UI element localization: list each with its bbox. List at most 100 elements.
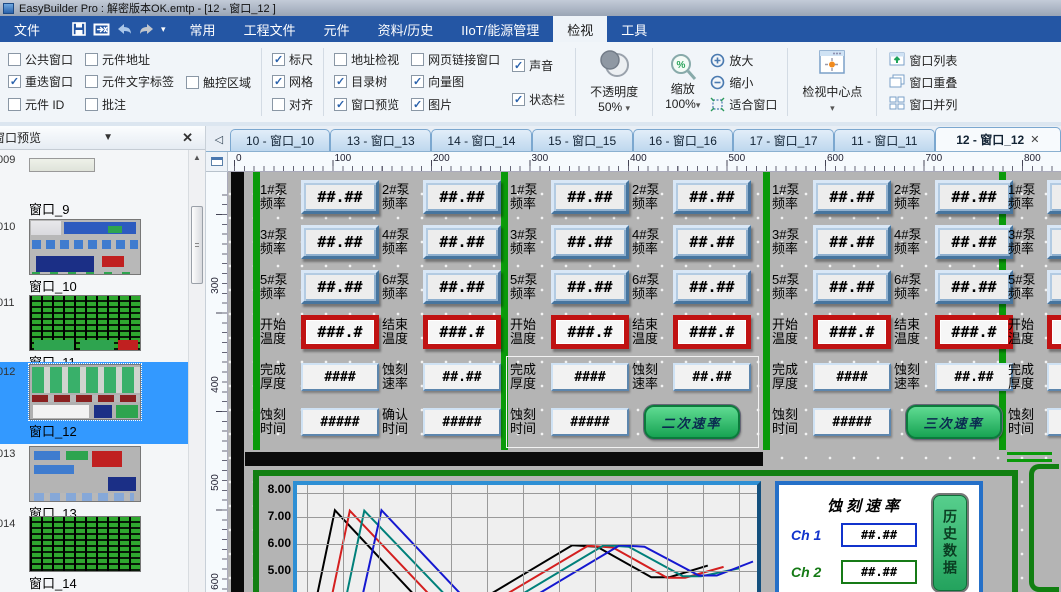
hmi-field-label[interactable]: 完成 厚度 [260, 358, 298, 396]
ribbon-toggle[interactable]: ✓窗口预览 [334, 96, 399, 113]
hmi-numeric-display[interactable]: #### [551, 363, 629, 391]
ribbon-toggle[interactable]: ✓声音 [512, 57, 565, 74]
checkbox-icon[interactable] [411, 53, 424, 66]
checkbox-checked-icon[interactable]: ✓ [334, 75, 347, 88]
hmi-numeric-display[interactable]: ###.# [673, 315, 751, 349]
hmi-numeric-display[interactable]: ##.## [423, 363, 501, 391]
trend-chart-panel[interactable]: 8.007.006.005.004.00 蚀刻速率 历史数据 清 Ch 1##.… [253, 470, 1018, 592]
checkbox-checked-icon[interactable]: ✓ [512, 59, 525, 72]
checkbox-checked-icon[interactable]: ✓ [334, 98, 347, 111]
hmi-field-label[interactable]: 1#泵 频率 [510, 178, 548, 216]
hmi-numeric-display[interactable]: ##.## [673, 180, 751, 214]
menu-tab-6[interactable]: 检视 [553, 16, 607, 42]
hmi-numeric-display[interactable]: ##.## [935, 225, 1013, 259]
menu-tab-7[interactable]: 工具 [607, 16, 661, 42]
menu-tab-3[interactable]: 元件 [310, 16, 364, 42]
hmi-field-label[interactable]: 5#泵 频率 [1008, 268, 1044, 306]
hmi-field-label[interactable]: 4#泵 频率 [382, 223, 420, 261]
zoom-out-button[interactable]: 缩小 [710, 74, 777, 91]
hmi-group-separator[interactable] [763, 172, 770, 450]
hmi-numeric-display[interactable]: ##.## [423, 270, 501, 304]
hmi-field-label[interactable]: 蚀刻 速率 [894, 358, 932, 396]
hmi-field-label[interactable]: 完成 厚度 [1008, 358, 1044, 396]
checkbox-icon[interactable] [85, 98, 98, 111]
hmi-numeric-display[interactable]: ##.## [423, 180, 501, 214]
hmi-field-label[interactable]: 确认 时间 [382, 403, 420, 441]
hmi-field-label[interactable]: 3#泵 频率 [772, 223, 810, 261]
hmi-numeric-display[interactable]: ###.# [423, 315, 501, 349]
window-thumbnail[interactable] [29, 446, 141, 502]
hmi-numeric-display[interactable]: ##.## [813, 225, 891, 259]
hmi-numeric-display[interactable]: ##.## [673, 270, 751, 304]
hmi-numeric-display[interactable]: ##.## [673, 225, 751, 259]
hmi-numeric-display[interactable]: ##### [813, 408, 891, 436]
window-thumbnail[interactable] [29, 219, 141, 275]
hmi-green-line[interactable] [1007, 452, 1052, 455]
hmi-canvas[interactable]: 8.007.006.005.004.00 蚀刻速率 历史数据 清 Ch 1##.… [228, 172, 1061, 592]
hmi-numeric-display[interactable]: ##.## [935, 270, 1013, 304]
window-preview-item[interactable]: 009窗口_9 [0, 150, 188, 217]
hmi-numeric-display[interactable]: ##.## [1047, 225, 1061, 259]
hmi-field-label[interactable]: 4#泵 频率 [632, 223, 670, 261]
document-tab-8[interactable]: 12 - 窗口_12✕ [935, 127, 1061, 151]
toolbar-more-icon[interactable]: ▾ [161, 24, 166, 35]
window-thumbnail[interactable] [29, 158, 95, 172]
hmi-numeric-display[interactable]: ##### [423, 408, 501, 436]
opacity-control[interactable]: 不透明度50% ▾ [580, 46, 648, 118]
checkbox-icon[interactable] [272, 98, 285, 111]
window-thumbnail[interactable] [29, 364, 141, 420]
hmi-field-label[interactable]: 结束 温度 [632, 313, 670, 351]
checkbox-checked-icon[interactable]: ✓ [272, 53, 285, 66]
menu-tab-1[interactable]: 常用 [176, 16, 230, 42]
ribbon-toggle[interactable]: 地址检视 [334, 51, 399, 68]
window-tile-button[interactable]: 窗口并列 [889, 96, 957, 113]
hmi-field-label[interactable]: 开始 温度 [510, 313, 548, 351]
hmi-numeric-display[interactable]: ###.# [301, 315, 379, 349]
hmi-numeric-display[interactable]: ##### [301, 408, 379, 436]
hmi-field-label[interactable]: 3#泵 频率 [1008, 223, 1044, 261]
ribbon-toggle[interactable]: ✓图片 [411, 96, 500, 113]
hmi-green-line[interactable] [1007, 459, 1052, 462]
hmi-numeric-display[interactable]: ##.## [301, 225, 379, 259]
hmi-black-strip[interactable] [231, 172, 244, 592]
document-tab-3[interactable]: 14 - 窗口_14 [431, 129, 532, 151]
fit-window-button[interactable]: 适合窗口 [710, 96, 777, 113]
window-thumbnail[interactable] [29, 516, 141, 572]
document-tab-1[interactable]: 10 - 窗口_10 [230, 129, 331, 151]
hmi-field-label[interactable]: 开始 温度 [1008, 313, 1044, 351]
menu-tab-4[interactable]: 资料/历史 [364, 16, 448, 42]
hmi-field-label[interactable]: 蚀刻 速率 [632, 358, 670, 396]
redo-icon[interactable] [139, 23, 154, 35]
hmi-numeric-display[interactable]: ###.# [813, 315, 891, 349]
ribbon-toggle[interactable]: ✓标尺 [272, 51, 313, 68]
hmi-field-label[interactable]: 开始 温度 [772, 313, 810, 351]
zoom-in-button[interactable]: 放大 [710, 52, 777, 69]
ribbon-toggle[interactable]: 批注 [85, 96, 174, 113]
hmi-field-label[interactable]: 5#泵 频率 [510, 268, 548, 306]
hmi-numeric-display[interactable]: ##.## [935, 363, 1013, 391]
hmi-field-label[interactable]: 蚀刻 时间 [510, 403, 548, 441]
window-thumbnail[interactable] [29, 295, 141, 351]
ribbon-toggle[interactable]: 元件文字标签 [85, 73, 174, 90]
window-list-button[interactable]: 窗口列表 [889, 52, 957, 69]
menu-tab-2[interactable]: 工程文件 [230, 16, 310, 42]
window-cascade-button[interactable]: 窗口重叠 [889, 74, 957, 91]
zoom-control[interactable]: % 缩放100%▾ [663, 49, 702, 115]
document-tab-5[interactable]: 16 - 窗口_16 [633, 129, 734, 151]
scrollbar-thumb[interactable] [191, 206, 203, 284]
hmi-numeric-display[interactable]: ##.## [673, 363, 751, 391]
ribbon-toggle[interactable]: ✓状态栏 [512, 91, 565, 108]
hmi-field-label[interactable]: 结束 温度 [894, 313, 932, 351]
hmi-field-label[interactable]: 6#泵 频率 [632, 268, 670, 306]
hmi-numeric-display[interactable]: ##.## [1047, 180, 1061, 214]
hmi-field-label[interactable]: 2#泵 频率 [894, 178, 932, 216]
ribbon-toggle[interactable]: 网页链接窗口 [411, 51, 500, 68]
view-center-control[interactable]: 检视中心点▾ [792, 46, 872, 118]
ribbon-toggle[interactable]: 公共窗口 [8, 51, 73, 68]
undo-icon[interactable] [117, 23, 132, 35]
hmi-field-label[interactable]: 6#泵 频率 [382, 268, 420, 306]
hmi-group-separator[interactable] [253, 172, 260, 450]
sidebar-scrollbar[interactable]: ▲ [188, 150, 205, 592]
ribbon-toggle[interactable]: ✓向量图 [411, 73, 500, 90]
hmi-rate-button[interactable]: 三次速率 [906, 405, 1002, 439]
